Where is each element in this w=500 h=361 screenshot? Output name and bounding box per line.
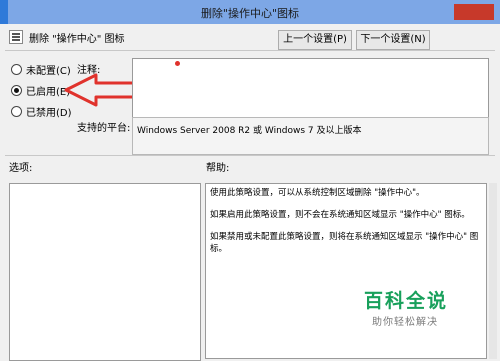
header-divider bbox=[5, 50, 495, 51]
policy-title: 删除 "操作中心" 图标 bbox=[29, 34, 125, 45]
radio-circle-selected bbox=[11, 85, 22, 96]
watermark-title: 百科全说 bbox=[364, 290, 449, 312]
window-title: 删除"操作中心"图标 bbox=[200, 7, 300, 20]
platform-label: 支持的平台: bbox=[77, 123, 131, 134]
help-scrollbar[interactable] bbox=[489, 183, 497, 359]
policy-icon bbox=[9, 30, 23, 44]
platform-value: Windows Server 2008 R2 或 Windows 7 及以上版本 bbox=[137, 126, 362, 136]
comment-label: 注释: bbox=[77, 65, 101, 76]
watermark-subtitle: 助你轻松解决 bbox=[372, 317, 438, 328]
prev-setting-button[interactable]: 上一个设置(P) bbox=[278, 30, 352, 50]
next-setting-button[interactable]: 下一个设置(N) bbox=[356, 30, 430, 50]
help-label: 帮助: bbox=[206, 163, 230, 174]
platform-box: Windows Server 2008 R2 或 Windows 7 及以上版本 bbox=[132, 117, 489, 155]
help-paragraph-2: 如果启用此策略设置，则不会在系统通知区域显示 "操作中心" 图标。 bbox=[210, 210, 470, 220]
help-paragraph-1: 使用此策略设置，可以从系统控制区域删除 "操作中心"。 bbox=[210, 188, 425, 198]
options-label: 选项: bbox=[9, 163, 33, 174]
red-dot-marker bbox=[175, 61, 180, 66]
help-paragraph-3: 如果禁用或未配置此策略设置，则将在系统通知区域显示 "操作中心" 图标。 bbox=[210, 232, 479, 254]
title-bar: 删除"操作中心"图标 bbox=[0, 0, 500, 24]
radio-circle bbox=[11, 64, 22, 75]
help-panel: 使用此策略设置，可以从系统控制区域删除 "操作中心"。 如果启用此策略设置，则不… bbox=[205, 183, 487, 359]
radio-circle bbox=[11, 106, 22, 117]
section-divider bbox=[5, 155, 495, 156]
options-panel bbox=[9, 183, 201, 361]
comment-textarea[interactable] bbox=[132, 58, 489, 124]
close-button[interactable] bbox=[454, 4, 494, 20]
